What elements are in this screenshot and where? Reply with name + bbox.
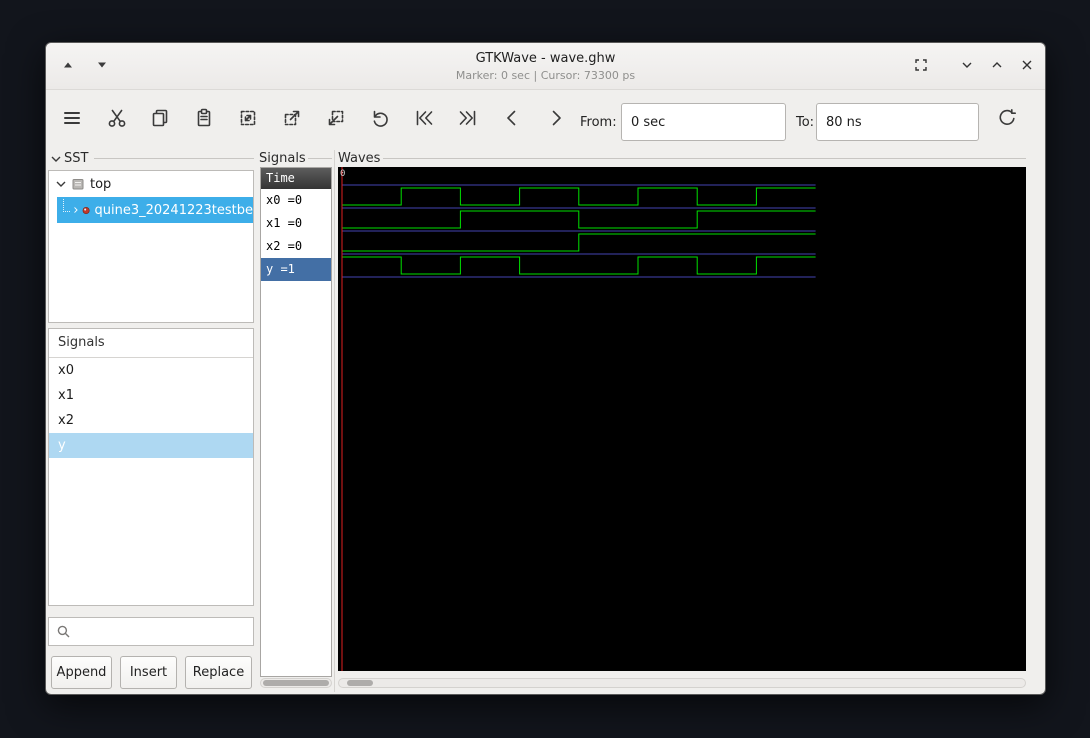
zoom-fit-icon <box>240 110 256 126</box>
tree-item-label: top <box>90 176 112 192</box>
signal-item-x0[interactable]: x0 <box>49 358 253 383</box>
signal-search <box>48 617 254 646</box>
step-forward-button[interactable] <box>539 97 573 139</box>
close-button[interactable] <box>1014 52 1040 78</box>
shade-button[interactable] <box>954 52 980 78</box>
time-header: Time <box>261 168 331 189</box>
paste-icon <box>197 108 211 127</box>
zoom-out-icon <box>328 110 344 126</box>
scrollbar-thumb[interactable] <box>347 680 373 686</box>
replace-button[interactable]: Replace <box>185 656 252 689</box>
skip-to-end-icon <box>459 110 476 126</box>
insert-button[interactable]: Insert <box>120 656 177 689</box>
sst-expander-icon[interactable] <box>50 153 62 165</box>
search-icon <box>57 625 70 638</box>
signal-list-label: Signals <box>259 151 306 166</box>
waves-label: Waves <box>338 151 381 166</box>
unshade-button[interactable] <box>984 52 1010 78</box>
value-row-x0[interactable]: x0 =0 <box>261 189 331 212</box>
scrollbar-thumb[interactable] <box>263 680 329 686</box>
signal-item-x1[interactable]: x1 <box>49 383 253 408</box>
cut-button[interactable] <box>100 97 134 139</box>
menu-button[interactable] <box>55 97 89 139</box>
copy-button[interactable] <box>143 97 177 139</box>
signal-item-x2[interactable]: x2 <box>49 408 253 433</box>
wave-svg <box>341 167 816 671</box>
tree-connector <box>63 198 70 212</box>
undo-button[interactable] <box>363 97 397 139</box>
from-input[interactable] <box>621 103 786 141</box>
expander-down-icon <box>56 181 66 187</box>
desktop: GTKWave - wave.ghw Marker: 0 sec | Curso… <box>0 0 1090 738</box>
search-input[interactable] <box>71 618 253 645</box>
step-back-button[interactable] <box>495 97 529 139</box>
fullscreen-icon <box>915 59 927 71</box>
toolbar: From: To: <box>46 91 1045 146</box>
value-row-x2[interactable]: x2 =0 <box>261 235 331 258</box>
signal-browser-header: Signals <box>49 329 253 358</box>
skip-to-end-button[interactable] <box>451 97 485 139</box>
main-area: SST top quine3_20241223testbe Signals x0… <box>46 146 1045 696</box>
to-label: To: <box>796 115 815 130</box>
paste-button[interactable] <box>187 97 221 139</box>
signal-panel-hscrollbar[interactable] <box>260 678 332 688</box>
signal-item-y[interactable]: y <box>49 433 253 458</box>
time-origin-label: 0 <box>340 169 346 179</box>
waves-frame-line <box>383 158 1026 159</box>
gtkwave-window: GTKWave - wave.ghw Marker: 0 sec | Curso… <box>45 42 1046 695</box>
undo-icon <box>373 110 388 127</box>
chevron-right-icon <box>552 110 561 126</box>
value-row-y[interactable]: y =1 <box>261 258 331 281</box>
zoom-fit-button[interactable] <box>231 97 265 139</box>
zoom-in-icon <box>284 110 300 126</box>
chevron-down-icon <box>962 62 972 68</box>
expander-right-icon <box>73 207 78 213</box>
scope-folder-icon <box>72 179 84 190</box>
sst-frame-line <box>94 158 254 159</box>
pane-splitter[interactable] <box>334 150 335 692</box>
fullscreen-button[interactable] <box>908 52 934 78</box>
zoom-out-button[interactable] <box>319 97 353 139</box>
signal-browser: Signals x0 x1 x2 y <box>48 328 254 606</box>
wave-canvas[interactable]: 0 <box>338 167 1026 671</box>
skip-to-start-icon <box>416 110 433 126</box>
window-title: GTKWave - wave.ghw <box>475 51 616 66</box>
titlebar[interactable]: GTKWave - wave.ghw Marker: 0 sec | Curso… <box>46 43 1045 90</box>
tree-item-testbench[interactable]: quine3_20241223testbe <box>49 197 253 223</box>
module-icon <box>82 206 90 214</box>
value-row-x1[interactable]: x1 =0 <box>261 212 331 235</box>
reload-icon <box>999 109 1016 125</box>
from-label: From: <box>580 115 617 130</box>
cut-icon <box>108 109 126 127</box>
to-input[interactable] <box>816 103 979 141</box>
reload-button[interactable] <box>990 97 1024 139</box>
menu-icon <box>64 112 80 124</box>
chevron-left-icon <box>507 110 516 126</box>
sst-label: SST <box>64 151 89 166</box>
chevron-up-icon <box>992 62 1002 68</box>
close-icon <box>1022 60 1032 70</box>
tree-item-top[interactable]: top <box>49 171 253 197</box>
marker-cursor-status: Marker: 0 sec | Cursor: 73300 ps <box>455 69 636 82</box>
signal-list-frame-line <box>308 158 332 159</box>
sst-tree: top quine3_20241223testbe <box>48 170 254 323</box>
tree-selection: quine3_20241223testbe <box>57 197 253 223</box>
waves-hscrollbar[interactable] <box>338 678 1026 688</box>
append-button[interactable]: Append <box>51 656 112 689</box>
tree-item-label: quine3_20241223testbe <box>94 202 254 218</box>
zoom-in-button[interactable] <box>275 97 309 139</box>
signal-value-panel: Time x0 =0 x1 =0 x2 =0 y =1 <box>260 167 332 677</box>
skip-to-start-button[interactable] <box>407 97 441 139</box>
copy-icon <box>152 109 168 127</box>
